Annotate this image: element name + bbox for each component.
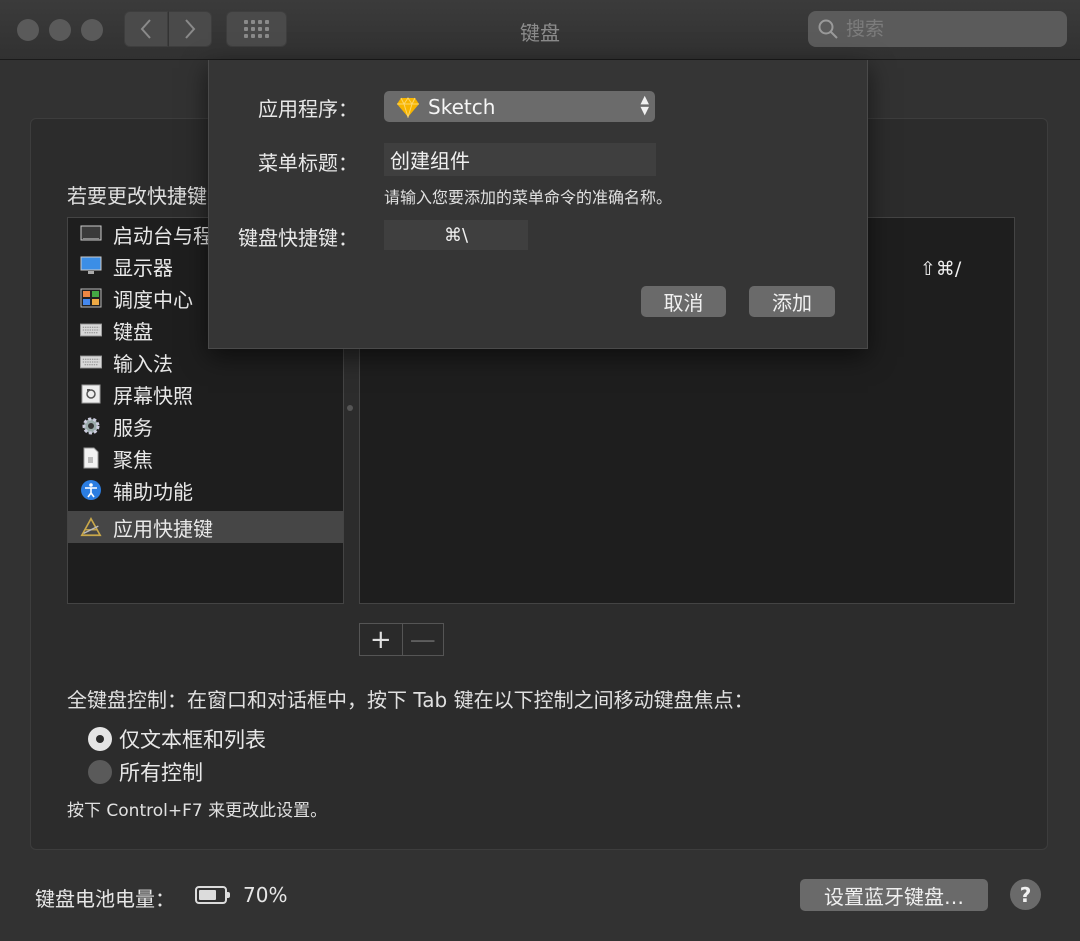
menu-title-field[interactable] [384,143,656,176]
launchpad-icon [80,223,102,245]
shortcut-recorder-field[interactable]: ⌘\ [384,220,528,250]
category-item-spotlight[interactable]: 聚焦 [68,442,343,474]
split-view-handle[interactable] [347,405,353,411]
battery-percent: 70% [243,883,288,907]
application-popup[interactable]: Sketch ▲ ▼ [384,91,655,122]
search-input[interactable] [846,18,1046,40]
full-keyboard-access-label: 全键盘控制：在窗口和对话框中，按下 Tab 键在以下控制之间移动键盘焦点： [67,688,754,712]
category-label: 显示器 [113,255,173,280]
radio-label: 仅文本框和列表 [119,728,266,752]
add-shortcut-button[interactable]: + [360,624,402,655]
display-icon [80,255,102,277]
menu-title-label: 菜单标题： [258,151,358,175]
category-item-input-source[interactable]: 输入法 [68,346,343,378]
instruction-text: 若要更改快捷键 [67,184,207,208]
category-label: 输入法 [113,351,173,376]
screenshot-icon [80,383,102,405]
category-item-screenshot[interactable]: 屏幕快照 [68,378,343,410]
category-label: 键盘 [113,319,153,344]
battery-level-fill [199,890,216,900]
application-value: Sketch [428,94,496,119]
accessibility-icon [80,479,102,501]
help-button[interactable]: ? [1010,879,1041,910]
app-label: 应用程序： [258,97,358,121]
radio-button-unchecked[interactable] [88,760,112,784]
category-label: 应用快捷键 [113,516,213,541]
radio-all-controls[interactable]: 所有控制 [88,757,203,787]
keyboard-icon [80,319,102,341]
category-item-accessibility[interactable]: 辅助功能 [68,474,343,506]
shortcut-label: 键盘快捷键： [238,226,358,250]
category-label: 聚焦 [113,447,153,472]
category-item-services[interactable]: 服务 [68,410,343,442]
menu-title-hint: 请输入您要添加的菜单命令的准确名称。 [384,188,673,207]
cancel-button[interactable]: 取消 [641,286,726,317]
search-icon [818,19,838,39]
app-shortcuts-icon [80,516,102,538]
remove-shortcut-button[interactable]: — [401,624,444,655]
radio-button-checked[interactable] [88,727,112,751]
input-source-icon [80,351,102,373]
category-item-app-shortcuts[interactable]: 应用快捷键 [68,511,343,543]
category-label: 服务 [113,415,153,440]
category-label: 辅助功能 [113,479,193,504]
spotlight-icon [80,447,102,469]
battery-label: 键盘电池电量： [35,887,175,911]
search-box[interactable] [808,11,1067,47]
category-label: 调度中心 [113,287,193,312]
updown-chevron-icon: ▲ ▼ [640,93,649,117]
mission-control-icon [80,287,102,309]
add-remove-control: + — [359,623,444,656]
category-label: 启动台与程 [113,223,213,248]
sketch-diamond-icon [397,96,419,118]
battery-icon [195,886,230,904]
setup-bluetooth-keyboard-button[interactable]: 设置蓝牙键盘… [800,879,988,911]
shortcut-key-value: ⇧⌘/ [920,258,962,280]
radio-text-boxes-lists[interactable]: 仅文本框和列表 [88,724,266,754]
add-button[interactable]: 添加 [749,286,835,317]
control-f7-hint: 按下 Control+F7 来更改此设置。 [67,801,328,821]
radio-label: 所有控制 [119,761,203,785]
title-bar: 键盘 [0,0,1080,60]
category-label: 屏幕快照 [113,383,193,408]
gear-icon [80,415,102,437]
